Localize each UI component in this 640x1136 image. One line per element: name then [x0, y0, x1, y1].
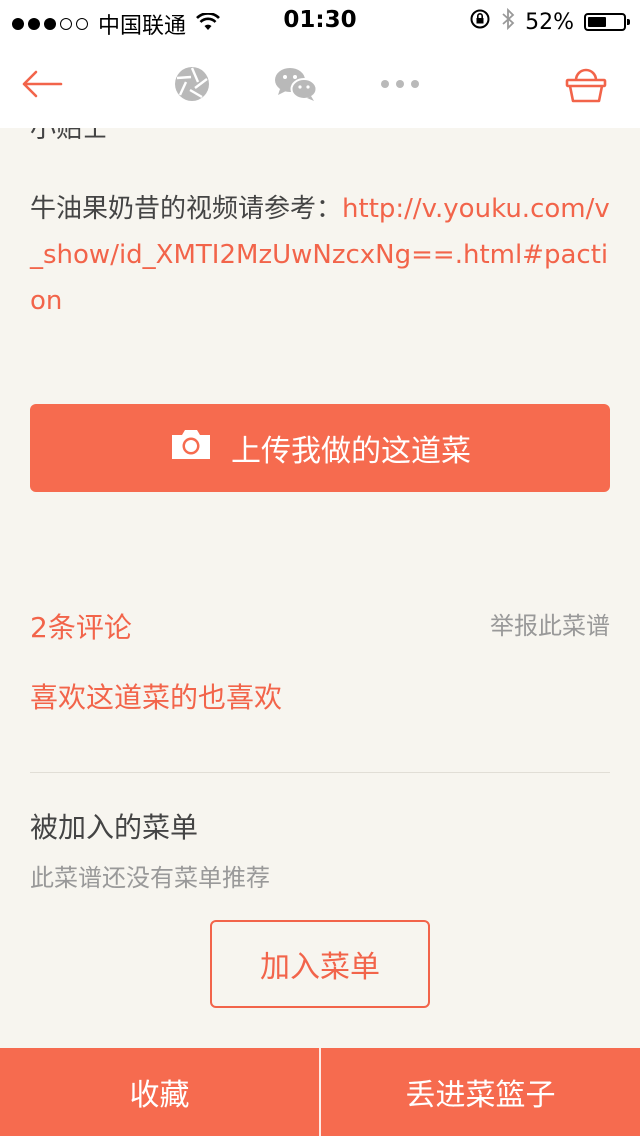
- menus-empty-text: 此菜谱还没有菜单推荐: [30, 864, 270, 892]
- bottom-bar-separator: [319, 1048, 321, 1136]
- add-to-basket-button[interactable]: 丢进菜篮子: [321, 1048, 640, 1136]
- report-recipe-link[interactable]: 举报此菜谱: [490, 606, 610, 641]
- status-right: 52%: [469, 7, 630, 37]
- comments-link[interactable]: 2条评论: [30, 606, 132, 646]
- basket-icon[interactable]: [564, 62, 608, 106]
- status-bar: 中国联通 01:30 52%: [0, 0, 640, 40]
- add-to-menu-button[interactable]: 加入菜单: [210, 920, 430, 1008]
- back-arrow-icon[interactable]: [20, 62, 64, 106]
- bottom-action-bar: 收藏 丢进菜篮子: [0, 1048, 640, 1136]
- tips-text: 牛油果奶昔的视频请参考：http://v.youku.com/v_show/id…: [30, 186, 610, 324]
- related-recipes-link[interactable]: 喜欢这道菜的也喜欢: [30, 676, 282, 716]
- recipe-content: 小贴士 牛油果奶昔的视频请参考：http://v.youku.com/v_sho…: [0, 128, 640, 1048]
- tips-heading: 小贴士: [30, 128, 109, 144]
- tips-body: 牛油果奶昔的视频请参考：: [30, 194, 343, 224]
- upload-dish-button[interactable]: 上传我做的这道菜: [30, 404, 610, 492]
- more-icon[interactable]: [378, 62, 422, 106]
- battery-percent: 52%: [525, 9, 574, 35]
- orientation-lock-icon: [469, 8, 491, 36]
- camera-icon: [169, 427, 213, 469]
- nav-bar: [0, 40, 640, 128]
- bluetooth-icon: [501, 7, 515, 37]
- menus-title: 被加入的菜单: [30, 811, 199, 844]
- upload-dish-label: 上传我做的这道菜: [231, 434, 471, 469]
- divider: [30, 772, 610, 773]
- favorite-button[interactable]: 收藏: [0, 1048, 319, 1136]
- battery-icon: [584, 13, 630, 31]
- aperture-icon[interactable]: [170, 62, 214, 106]
- wechat-icon[interactable]: [274, 62, 318, 106]
